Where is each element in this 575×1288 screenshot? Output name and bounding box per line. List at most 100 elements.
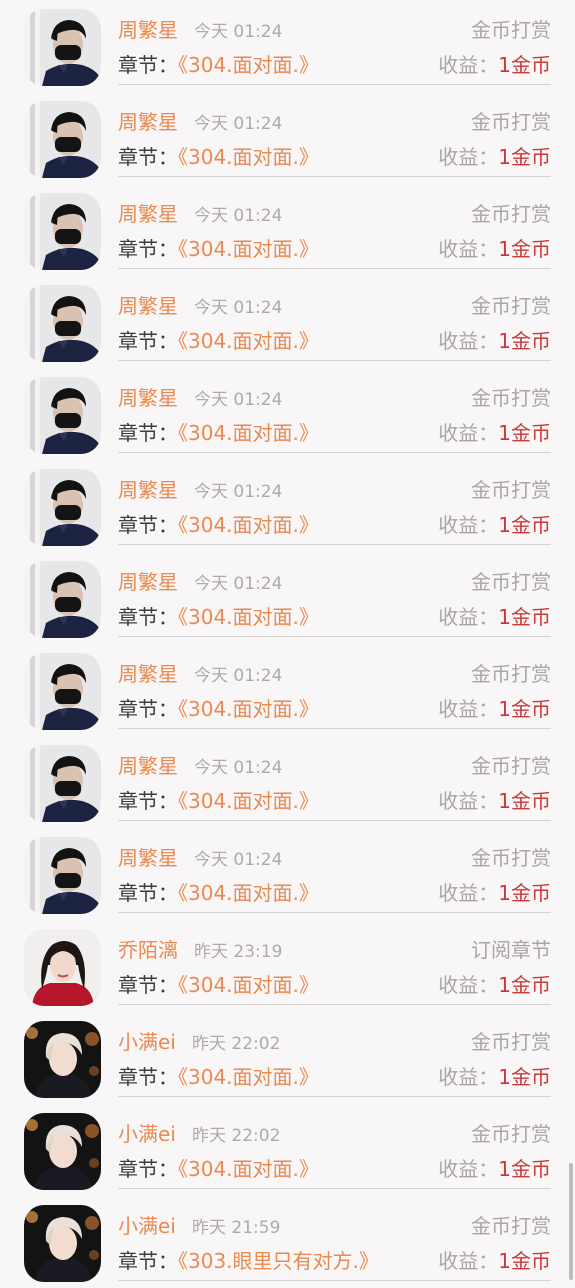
chapter-label: 章节： (118, 789, 178, 813)
record-type: 金币打赏 (471, 1122, 551, 1146)
avatar[interactable] (24, 377, 101, 454)
earnings-label: 收益： (438, 697, 499, 721)
earnings: 收益：1金币 (438, 693, 551, 722)
timestamp: 昨天 22:02 (192, 1034, 281, 1054)
list-item[interactable]: 周繁星 今天 01:24 金币打赏 章节：《304.面对面.》 收益：1金币 (0, 368, 575, 460)
record-type: 金币打赏 (471, 754, 551, 778)
avatar[interactable] (24, 1021, 101, 1098)
avatar[interactable] (24, 1113, 101, 1190)
timestamp: 今天 01:24 (194, 114, 283, 134)
list-item[interactable]: 周繁星 今天 01:24 金币打赏 章节：《304.面对面.》 收益：1金币 (0, 644, 575, 736)
chapter-line: 章节：《304.面对面.》 (118, 233, 319, 262)
list-item[interactable]: 乔陌漓 昨天 23:19 订阅章节 章节：《304.面对面.》 收益：1金币 (0, 920, 575, 1012)
earnings-label: 收益： (438, 237, 499, 261)
user-name[interactable]: 周繁星 (118, 566, 178, 595)
list-item[interactable]: 周繁星 今天 01:24 金币打赏 章节：《304.面对面.》 收益：1金币 (0, 0, 575, 92)
avatar[interactable] (24, 9, 101, 86)
user-name[interactable]: 周繁星 (118, 750, 178, 779)
record-type: 金币打赏 (471, 202, 551, 226)
chapter-title-link[interactable]: 《304.面对面.》 (178, 329, 319, 353)
chapter-title-link[interactable]: 《304.面对面.》 (178, 605, 319, 629)
timestamp: 今天 01:24 (194, 758, 283, 778)
chapter-title-link[interactable]: 《304.面对面.》 (178, 1065, 319, 1089)
user-name[interactable]: 乔陌漓 (118, 934, 178, 963)
divider (118, 84, 551, 85)
user-name[interactable]: 周繁星 (118, 382, 178, 411)
earnings-value: 1金币 (498, 1157, 551, 1181)
chapter-title-link[interactable]: 《304.面对面.》 (178, 53, 319, 77)
list-item[interactable]: 周繁星 今天 01:24 金币打赏 章节：《304.面对面.》 收益：1金币 (0, 276, 575, 368)
list-item[interactable]: 小满ei 昨天 21:59 金币打赏 章节：《303.眼里只有对方.》 收益：1金币 (0, 1196, 575, 1288)
avatar[interactable] (24, 745, 101, 822)
chapter-label: 章节： (118, 1065, 178, 1089)
list-item[interactable]: 周繁星 今天 01:24 金币打赏 章节：《304.面对面.》 收益：1金币 (0, 92, 575, 184)
user-name[interactable]: 周繁星 (118, 14, 178, 43)
earnings-value: 1金币 (498, 973, 551, 997)
list-item[interactable]: 周繁星 今天 01:24 金币打赏 章节：《304.面对面.》 收益：1金币 (0, 828, 575, 920)
list-item[interactable]: 周繁星 今天 01:24 金币打赏 章节：《304.面对面.》 收益：1金币 (0, 460, 575, 552)
chapter-label: 章节： (118, 1157, 178, 1181)
avatar[interactable] (24, 469, 101, 546)
user-name[interactable]: 周繁星 (118, 106, 178, 135)
divider (118, 452, 551, 453)
divider (118, 1004, 551, 1005)
chapter-label: 章节： (118, 973, 178, 997)
chapter-label: 章节： (118, 329, 178, 353)
avatar[interactable] (24, 561, 101, 638)
chapter-title-link[interactable]: 《304.面对面.》 (178, 421, 319, 445)
list-item[interactable]: 小满ei 昨天 22:02 金币打赏 章节：《304.面对面.》 收益：1金币 (0, 1012, 575, 1104)
earnings: 收益：1金币 (438, 785, 551, 814)
chapter-title-link[interactable]: 《304.面对面.》 (178, 237, 319, 261)
earnings-value: 1金币 (498, 421, 551, 445)
avatar[interactable] (24, 193, 101, 270)
chapter-line: 章节：《303.眼里只有对方.》 (118, 1245, 379, 1274)
chapter-title-link[interactable]: 《304.面对面.》 (178, 789, 319, 813)
list-item[interactable]: 周繁星 今天 01:24 金币打赏章节：《304.面对面.》 收益：1金币 (0, 736, 575, 828)
user-name[interactable]: 周繁星 (118, 842, 178, 871)
list-item[interactable]: 小满ei 昨天 22:02 金币打赏 章节：《304.面对面.》 收益：1金币 (0, 1104, 575, 1196)
earnings: 收益：1金币 (438, 325, 551, 354)
earnings: 收益：1金币 (438, 969, 551, 998)
divider (118, 268, 551, 269)
list-item[interactable]: 周繁星 今天 01:24 金币打赏 章节：《304.面对面.》 收益：1金币 (0, 184, 575, 276)
record-type: 金币打赏 (471, 294, 551, 318)
avatar[interactable] (24, 837, 101, 914)
chapter-title-link[interactable]: 《304.面对面.》 (178, 881, 319, 905)
divider (118, 636, 551, 637)
reward-record-list: 周繁星 今天 01:24 金币打赏 章节：《304.面对面.》 收益：1金币 周繁星 今天 … (0, 0, 575, 1288)
chapter-label: 章节： (118, 881, 178, 905)
earnings: 收益：1金币 (438, 417, 551, 446)
earnings: 收益：1金币 (438, 1153, 551, 1182)
chapter-title-link[interactable]: 《304.面对面.》 (178, 145, 319, 169)
avatar[interactable] (24, 101, 101, 178)
avatar[interactable] (24, 285, 101, 362)
avatar[interactable] (24, 1205, 101, 1282)
divider (118, 1096, 551, 1097)
divider (118, 360, 551, 361)
divider (118, 820, 551, 821)
scrollbar[interactable] (569, 1163, 573, 1280)
avatar[interactable] (24, 929, 101, 1006)
chapter-title-link[interactable]: 《304.面对面.》 (178, 697, 319, 721)
chapter-line: 章节：《304.面对面.》 (118, 509, 319, 538)
user-name[interactable]: 周繁星 (118, 290, 178, 319)
chapter-title-link[interactable]: 《303.眼里只有对方.》 (178, 1249, 379, 1273)
user-name[interactable]: 周繁星 (118, 474, 178, 503)
user-name[interactable]: 小满ei (118, 1210, 176, 1239)
divider (118, 1280, 551, 1281)
divider (118, 728, 551, 729)
timestamp: 昨天 21:59 (192, 1218, 281, 1238)
avatar[interactable] (24, 653, 101, 730)
user-name[interactable]: 周繁星 (118, 658, 178, 687)
chapter-label: 章节： (118, 513, 178, 537)
chapter-title-link[interactable]: 《304.面对面.》 (178, 1157, 319, 1181)
chapter-title-link[interactable]: 《304.面对面.》 (178, 973, 319, 997)
list-item[interactable]: 周繁星 今天 01:24 金币打赏 章节：《304.面对面.》 收益：1金币 (0, 552, 575, 644)
chapter-title-link[interactable]: 《304.面对面.》 (178, 513, 319, 537)
divider (118, 176, 551, 177)
user-name[interactable]: 周繁星 (118, 198, 178, 227)
earnings-value: 1金币 (498, 881, 551, 905)
user-name[interactable]: 小满ei (118, 1026, 176, 1055)
user-name[interactable]: 小满ei (118, 1118, 176, 1147)
chapter-label: 章节： (118, 1249, 178, 1273)
